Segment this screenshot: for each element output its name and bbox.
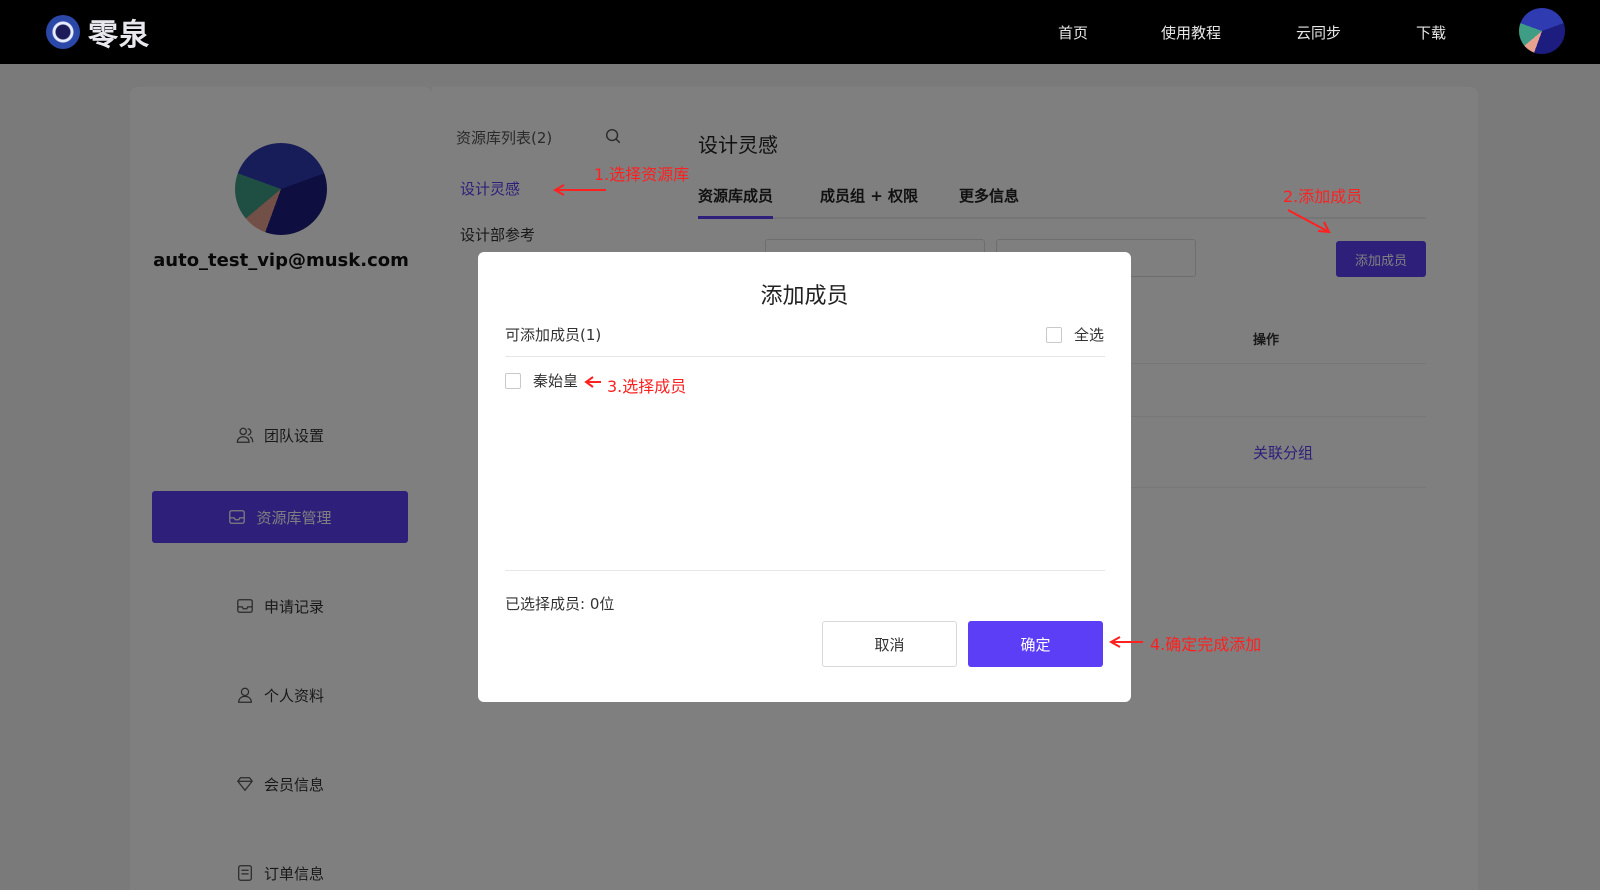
dialog-divider (505, 356, 1105, 357)
cancel-button[interactable]: 取消 (822, 621, 957, 667)
dialog-divider (505, 570, 1105, 571)
dialog-title: 添加成员 (760, 284, 849, 309)
available-members-label: 可添加成员(1) (505, 326, 602, 344)
logo-text: 零泉 (88, 18, 150, 53)
select-all-label: 全选 (1074, 326, 1105, 344)
annotation-step4: 4.确定完成添加 (1150, 635, 1262, 654)
annotation-step2: 2.添加成员 (1283, 187, 1363, 206)
nav-cloud-sync[interactable]: 云同步 (1296, 0, 1341, 64)
arrow-icon (1108, 636, 1143, 648)
add-member-dialog: 添加成员 可添加成员(1) 全选 秦始皇 已选择成员: 0位 取消 确定 (478, 252, 1131, 702)
arrow-icon (584, 376, 601, 388)
select-all-checkbox[interactable]: 全选 (1046, 324, 1104, 345)
selected-count: 已选择成员: 0位 (505, 595, 615, 613)
confirm-button[interactable]: 确定 (968, 621, 1103, 667)
nav-tutorial[interactable]: 使用教程 (1161, 0, 1221, 64)
top-navigation-bar: 零泉 首页 使用教程 云同步 下载 (0, 0, 1600, 64)
arrow-icon (1287, 209, 1331, 234)
nav-download[interactable]: 下载 (1416, 0, 1446, 64)
member-name: 秦始皇 (533, 372, 579, 390)
nav-home[interactable]: 首页 (1058, 0, 1088, 64)
app-logo[interactable]: 零泉 (46, 10, 150, 54)
annotation-step3: 3.选择成员 (607, 377, 687, 396)
arrow-icon (552, 184, 606, 196)
logo-icon (46, 15, 80, 49)
member-checkbox[interactable] (505, 372, 521, 389)
checkbox[interactable] (1046, 326, 1062, 343)
user-avatar[interactable] (1519, 8, 1565, 54)
member-item[interactable]: 秦始皇 (505, 370, 578, 391)
